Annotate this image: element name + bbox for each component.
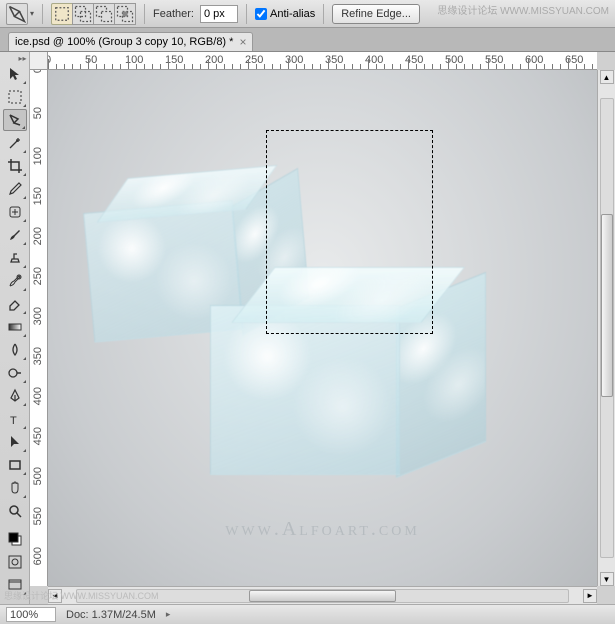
zoom-input[interactable]: 100%	[6, 607, 56, 622]
scroll-thumb-h[interactable]	[249, 590, 396, 602]
scroll-left-icon[interactable]: ◄	[48, 589, 62, 603]
lasso-tool[interactable]	[3, 109, 27, 131]
intersect-selection-button[interactable]	[114, 3, 136, 25]
type-tool[interactable]: T	[3, 408, 27, 430]
add-selection-button[interactable]	[72, 3, 94, 25]
document-tab-strip: ice.psd @ 100% (Group 3 copy 10, RGB/8) …	[0, 28, 615, 52]
canvas-viewport: 050100150200250300350400450500550600650 …	[30, 52, 615, 604]
quick-mask-tool[interactable]	[3, 551, 27, 573]
move-tool[interactable]	[3, 63, 27, 85]
horizontal-scrollbar[interactable]: ◄ ►	[48, 586, 597, 604]
vertical-scrollbar[interactable]: ▲ ▼	[597, 70, 615, 586]
crop-tool[interactable]	[3, 155, 27, 177]
anti-alias-checkbox[interactable]: Anti-alias	[255, 8, 315, 20]
anti-alias-check-input[interactable]	[255, 8, 267, 20]
zoom-tool[interactable]	[3, 500, 27, 522]
clone-stamp-tool[interactable]	[3, 247, 27, 269]
pen-tool[interactable]	[3, 385, 27, 407]
magic-wand-tool[interactable]	[3, 132, 27, 154]
path-selection-tool[interactable]	[3, 431, 27, 453]
scroll-up-icon[interactable]: ▲	[600, 70, 614, 84]
document-tab[interactable]: ice.psd @ 100% (Group 3 copy 10, RGB/8) …	[8, 32, 253, 51]
feather-label: Feather:	[153, 8, 194, 20]
ice-cube-front	[198, 255, 458, 515]
eraser-tool[interactable]	[3, 293, 27, 315]
rectangle-tool[interactable]	[3, 454, 27, 476]
refine-edge-button[interactable]: Refine Edge...	[332, 4, 420, 24]
brush-tool[interactable]	[3, 224, 27, 246]
horizontal-ruler[interactable]: 050100150200250300350400450500550600650	[48, 52, 597, 70]
color-swatch[interactable]	[3, 528, 27, 550]
selection-mode-group	[51, 3, 136, 25]
healing-brush-tool[interactable]	[3, 201, 27, 223]
dodge-tool[interactable]	[3, 362, 27, 384]
scroll-down-icon[interactable]: ▼	[600, 572, 614, 586]
anti-alias-label: Anti-alias	[270, 8, 315, 20]
svg-text:T: T	[10, 415, 17, 427]
subtract-selection-button[interactable]	[93, 3, 115, 25]
canvas-watermark: www.Alfoart.com	[225, 518, 420, 541]
new-selection-button[interactable]	[51, 3, 73, 25]
tool-preset-picker[interactable]	[6, 3, 28, 25]
hand-tool[interactable]	[3, 477, 27, 499]
scroll-thumb-v[interactable]	[601, 214, 613, 397]
history-brush-tool[interactable]	[3, 270, 27, 292]
options-bar: ▾ Feather: Anti-alias Refine Edge...	[0, 0, 615, 28]
blur-tool[interactable]	[3, 339, 27, 361]
scroll-right-icon[interactable]: ►	[583, 589, 597, 603]
status-bar: 100% Doc: 1.37M/24.5M ▸	[0, 604, 615, 624]
toolbox: ▸▸ T	[0, 52, 30, 604]
gradient-tool[interactable]	[3, 316, 27, 338]
feather-input[interactable]	[200, 5, 238, 23]
collapse-icon[interactable]: ▸▸	[18, 54, 26, 62]
ruler-origin[interactable]	[30, 52, 48, 70]
marquee-tool[interactable]	[3, 86, 27, 108]
doc-info-more-icon[interactable]: ▸	[166, 609, 171, 620]
dropdown-icon[interactable]: ▾	[30, 9, 34, 18]
doc-info: Doc: 1.37M/24.5M	[66, 609, 156, 621]
document-tab-title: ice.psd @ 100% (Group 3 copy 10, RGB/8) …	[15, 36, 233, 48]
eyedropper-tool[interactable]	[3, 178, 27, 200]
canvas[interactable]: www.Alfoart.com	[48, 70, 597, 586]
screen-mode-tool[interactable]	[3, 574, 27, 596]
vertical-ruler[interactable]: 050100150200250300350400450500550600	[30, 70, 48, 586]
close-icon[interactable]: ×	[239, 36, 246, 48]
